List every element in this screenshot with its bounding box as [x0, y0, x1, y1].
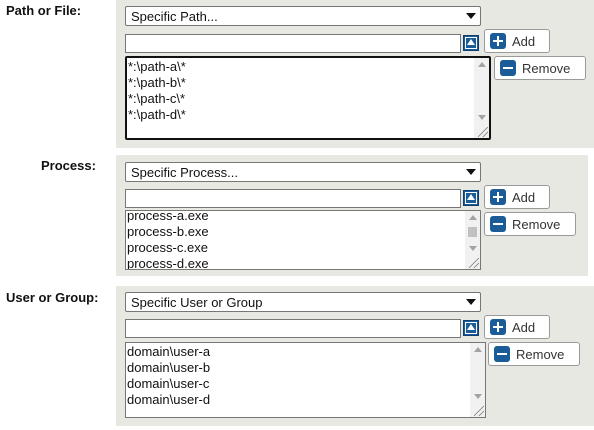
remove-button-label: Remove: [516, 346, 565, 362]
remove-path-button[interactable]: Remove: [494, 56, 586, 80]
path-or-file-select[interactable]: Specific Path...: [125, 6, 481, 26]
add-path-button[interactable]: Add: [484, 29, 550, 53]
list-item[interactable]: process-d.exe: [127, 256, 209, 269]
resize-grip-icon[interactable]: [478, 127, 488, 137]
user-or-group-list[interactable]: domain\user-a domain\user-b domain\user-…: [125, 342, 486, 418]
plus-icon: [490, 33, 506, 49]
plus-icon: [490, 189, 506, 205]
scroll-up-icon[interactable]: [478, 62, 486, 67]
plus-icon: [490, 319, 506, 335]
scroll-down-icon[interactable]: [474, 394, 482, 399]
user-or-group-select[interactable]: Specific User or Group: [125, 292, 481, 312]
scroll-up-icon[interactable]: [474, 347, 482, 352]
add-process-button[interactable]: Add: [484, 185, 550, 209]
scroll-down-icon[interactable]: [478, 115, 486, 120]
process-select[interactable]: Specific Process...: [125, 162, 481, 182]
list-item[interactable]: *:\path-d\*: [128, 107, 186, 123]
process-list-items: process-a.exe process-b.exe process-c.ex…: [127, 211, 209, 269]
list-item[interactable]: process-b.exe: [127, 224, 209, 240]
path-list-items: *:\path-a\* *:\path-b\* *:\path-c\* *:\p…: [128, 59, 186, 123]
process-input[interactable]: [125, 189, 461, 208]
path-or-file-list[interactable]: *:\path-a\* *:\path-b\* *:\path-c\* *:\p…: [125, 56, 491, 140]
resize-grip-icon[interactable]: [469, 258, 479, 268]
chevron-down-icon: [466, 13, 476, 19]
minus-icon: [490, 216, 506, 232]
list-item[interactable]: process-c.exe: [127, 240, 209, 256]
list-item[interactable]: *:\path-b\*: [128, 75, 186, 91]
arrow-up-icon: [465, 37, 477, 49]
path-or-file-label: Path or File:: [6, 3, 82, 18]
move-up-button[interactable]: [463, 190, 479, 206]
path-or-file-select-value: Specific Path...: [131, 9, 218, 24]
list-item[interactable]: domain\user-c: [127, 376, 210, 392]
arrow-up-icon: [465, 192, 477, 204]
list-item[interactable]: domain\user-b: [127, 360, 210, 376]
list-item[interactable]: *:\path-a\*: [128, 59, 186, 75]
list-item[interactable]: *:\path-c\*: [128, 91, 186, 107]
list-scrollbar[interactable]: [474, 58, 489, 138]
scroll-down-icon[interactable]: [469, 246, 477, 251]
list-item[interactable]: process-a.exe: [127, 211, 209, 224]
add-button-label: Add: [512, 189, 536, 205]
minus-icon: [500, 60, 516, 76]
scroll-up-icon[interactable]: [469, 215, 477, 220]
move-up-button[interactable]: [463, 35, 479, 51]
remove-user-button[interactable]: Remove: [488, 342, 580, 366]
remove-process-button[interactable]: Remove: [484, 212, 576, 236]
list-item[interactable]: domain\user-a: [127, 344, 210, 360]
list-item[interactable]: domain\user-d: [127, 392, 210, 408]
remove-button-label: Remove: [522, 60, 571, 76]
process-label: Process:: [41, 158, 96, 173]
add-button-label: Add: [512, 33, 536, 49]
remove-button-label: Remove: [512, 216, 561, 232]
add-user-button[interactable]: Add: [484, 315, 550, 339]
user-or-group-label: User or Group:: [6, 290, 99, 305]
user-or-group-input[interactable]: [125, 319, 461, 338]
resize-grip-icon[interactable]: [474, 406, 484, 416]
add-button-label: Add: [512, 319, 536, 335]
scroll-thumb[interactable]: [468, 227, 477, 237]
path-or-file-input[interactable]: [125, 34, 461, 53]
arrow-up-icon: [465, 322, 477, 334]
user-or-group-select-value: Specific User or Group: [131, 295, 263, 310]
process-select-value: Specific Process...: [131, 165, 238, 180]
minus-icon: [494, 346, 510, 362]
process-list[interactable]: process-a.exe process-b.exe process-c.ex…: [125, 210, 481, 270]
user-list-items: domain\user-a domain\user-b domain\user-…: [127, 344, 210, 408]
chevron-down-icon: [466, 299, 476, 305]
move-up-button[interactable]: [463, 320, 479, 336]
chevron-down-icon: [466, 169, 476, 175]
